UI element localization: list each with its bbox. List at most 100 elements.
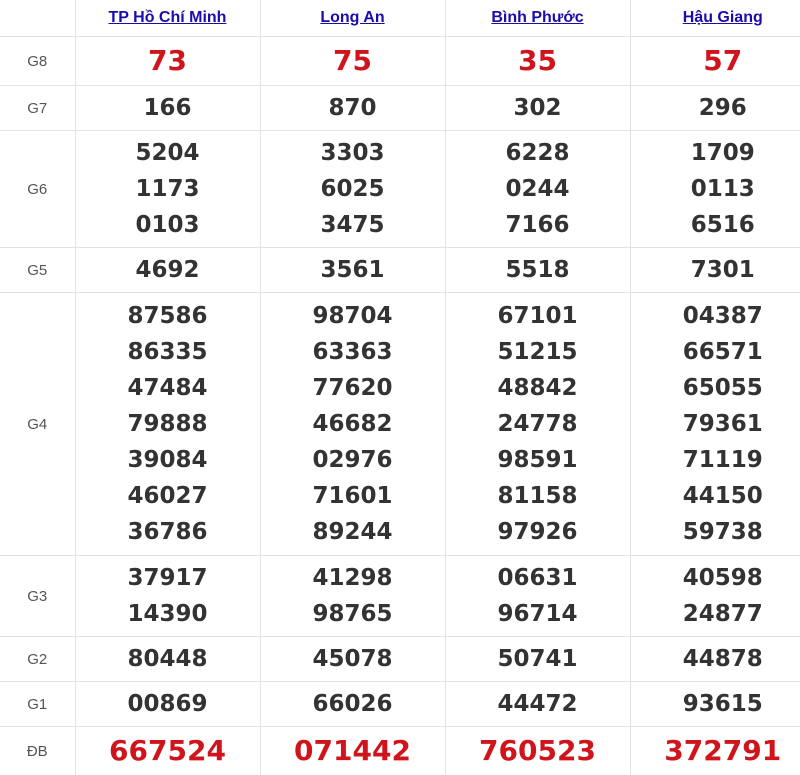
prize-cell: 87586863354748479888390844602736786	[75, 293, 260, 556]
results-body: G873753557G7166870302296G652041173010333…	[0, 37, 800, 775]
prize-label: G5	[0, 248, 75, 293]
prize-cell: 35	[445, 37, 630, 86]
lottery-results-table: TP Hồ Chí Minh Long An Bình Phước Hậu Gi…	[0, 0, 800, 775]
prize-number: 81158	[446, 478, 630, 514]
province-header: Bình Phước	[445, 0, 630, 37]
prize-number: 44472	[446, 686, 630, 722]
prize-number: 71601	[261, 478, 445, 514]
prize-cell: 45078	[260, 637, 445, 682]
prize-number: 80448	[76, 641, 260, 677]
prize-number: 44878	[631, 641, 800, 677]
prize-number: 87586	[76, 298, 260, 334]
prize-number: 6516	[631, 207, 800, 243]
prize-number: 40598	[631, 560, 800, 596]
prize-row: G54692356155187301	[0, 248, 800, 293]
prize-number: 372791	[631, 733, 800, 769]
province-header: Long An	[260, 0, 445, 37]
prize-cell: 66026	[260, 682, 445, 727]
prize-cell: 520411730103	[75, 131, 260, 248]
prize-label: G1	[0, 682, 75, 727]
prize-number: 89244	[261, 514, 445, 550]
province-link-hau-giang[interactable]: Hậu Giang	[683, 9, 763, 26]
prize-number: 3561	[261, 252, 445, 288]
prize-cell: 4129898765	[260, 556, 445, 637]
prize-number: 06631	[446, 560, 630, 596]
prize-cell: 3561	[260, 248, 445, 293]
prize-number: 667524	[76, 733, 260, 769]
prize-label: G6	[0, 131, 75, 248]
prize-cell: 296	[630, 86, 800, 131]
province-link-long-an[interactable]: Long An	[320, 9, 384, 26]
prize-row: G873753557	[0, 37, 800, 86]
prize-number: 79361	[631, 406, 800, 442]
prize-number: 96714	[446, 596, 630, 632]
prize-number: 77620	[261, 370, 445, 406]
prize-number: 3475	[261, 207, 445, 243]
prize-number: 071442	[261, 733, 445, 769]
province-header: TP Hồ Chí Minh	[75, 0, 260, 37]
prize-cell: 4059824877	[630, 556, 800, 637]
prize-number: 24778	[446, 406, 630, 442]
prize-number: 66571	[631, 334, 800, 370]
province-header-row: TP Hồ Chí Minh Long An Bình Phước Hậu Gi…	[0, 0, 800, 37]
prize-cell: 5518	[445, 248, 630, 293]
prize-label: G8	[0, 37, 75, 86]
prize-label: G3	[0, 556, 75, 637]
prize-number: 296	[631, 90, 800, 126]
prize-number: 46682	[261, 406, 445, 442]
prize-number: 0244	[446, 171, 630, 207]
prize-number: 37917	[76, 560, 260, 596]
prize-number: 71119	[631, 442, 800, 478]
prize-number: 47484	[76, 370, 260, 406]
prize-cell: 75	[260, 37, 445, 86]
prize-number: 59738	[631, 514, 800, 550]
prize-number: 41298	[261, 560, 445, 596]
prize-number: 51215	[446, 334, 630, 370]
prize-number: 4692	[76, 252, 260, 288]
prize-cell: 44472	[445, 682, 630, 727]
prize-label: G4	[0, 293, 75, 556]
prize-number: 98704	[261, 298, 445, 334]
prize-number: 98591	[446, 442, 630, 478]
prize-row: G7166870302296	[0, 86, 800, 131]
prize-number: 14390	[76, 596, 260, 632]
prize-number: 35	[446, 43, 630, 79]
prize-number: 166	[76, 90, 260, 126]
province-link-tp-ho-chi-minh[interactable]: TP Hồ Chí Minh	[109, 9, 227, 26]
prize-number: 66026	[261, 686, 445, 722]
prize-number: 98765	[261, 596, 445, 632]
prize-cell: 4692	[75, 248, 260, 293]
prize-cell: 3791714390	[75, 556, 260, 637]
province-header: Hậu Giang	[630, 0, 800, 37]
prize-number: 45078	[261, 641, 445, 677]
prize-cell: 0663196714	[445, 556, 630, 637]
prize-row: G100869660264447293615	[0, 682, 800, 727]
province-link-binh-phuoc[interactable]: Bình Phước	[491, 9, 583, 26]
prize-cell: 67101512154884224778985918115897926	[445, 293, 630, 556]
prize-number: 302	[446, 90, 630, 126]
prize-number: 79888	[76, 406, 260, 442]
prize-number: 65055	[631, 370, 800, 406]
prize-cell: 04387665716505579361711194415059738	[630, 293, 800, 556]
prize-cell: 44878	[630, 637, 800, 682]
prize-cell: 870	[260, 86, 445, 131]
prize-number: 1173	[76, 171, 260, 207]
prize-number: 00869	[76, 686, 260, 722]
prize-number: 24877	[631, 596, 800, 632]
prize-number: 6025	[261, 171, 445, 207]
prize-cell: 98704633637762046682029767160189244	[260, 293, 445, 556]
prize-cell: 7301	[630, 248, 800, 293]
prize-row: G337917143904129898765066319671440598248…	[0, 556, 800, 637]
prize-number: 57	[631, 43, 800, 79]
prize-label: G7	[0, 86, 75, 131]
prize-number: 02976	[261, 442, 445, 478]
prize-cell: 00869	[75, 682, 260, 727]
prize-number: 44150	[631, 478, 800, 514]
prize-cell: 622802447166	[445, 131, 630, 248]
prize-cell: 93615	[630, 682, 800, 727]
prize-cell: 330360253475	[260, 131, 445, 248]
prize-cell: 166	[75, 86, 260, 131]
prize-cell: 73	[75, 37, 260, 86]
prize-number: 50741	[446, 641, 630, 677]
prize-number: 04387	[631, 298, 800, 334]
